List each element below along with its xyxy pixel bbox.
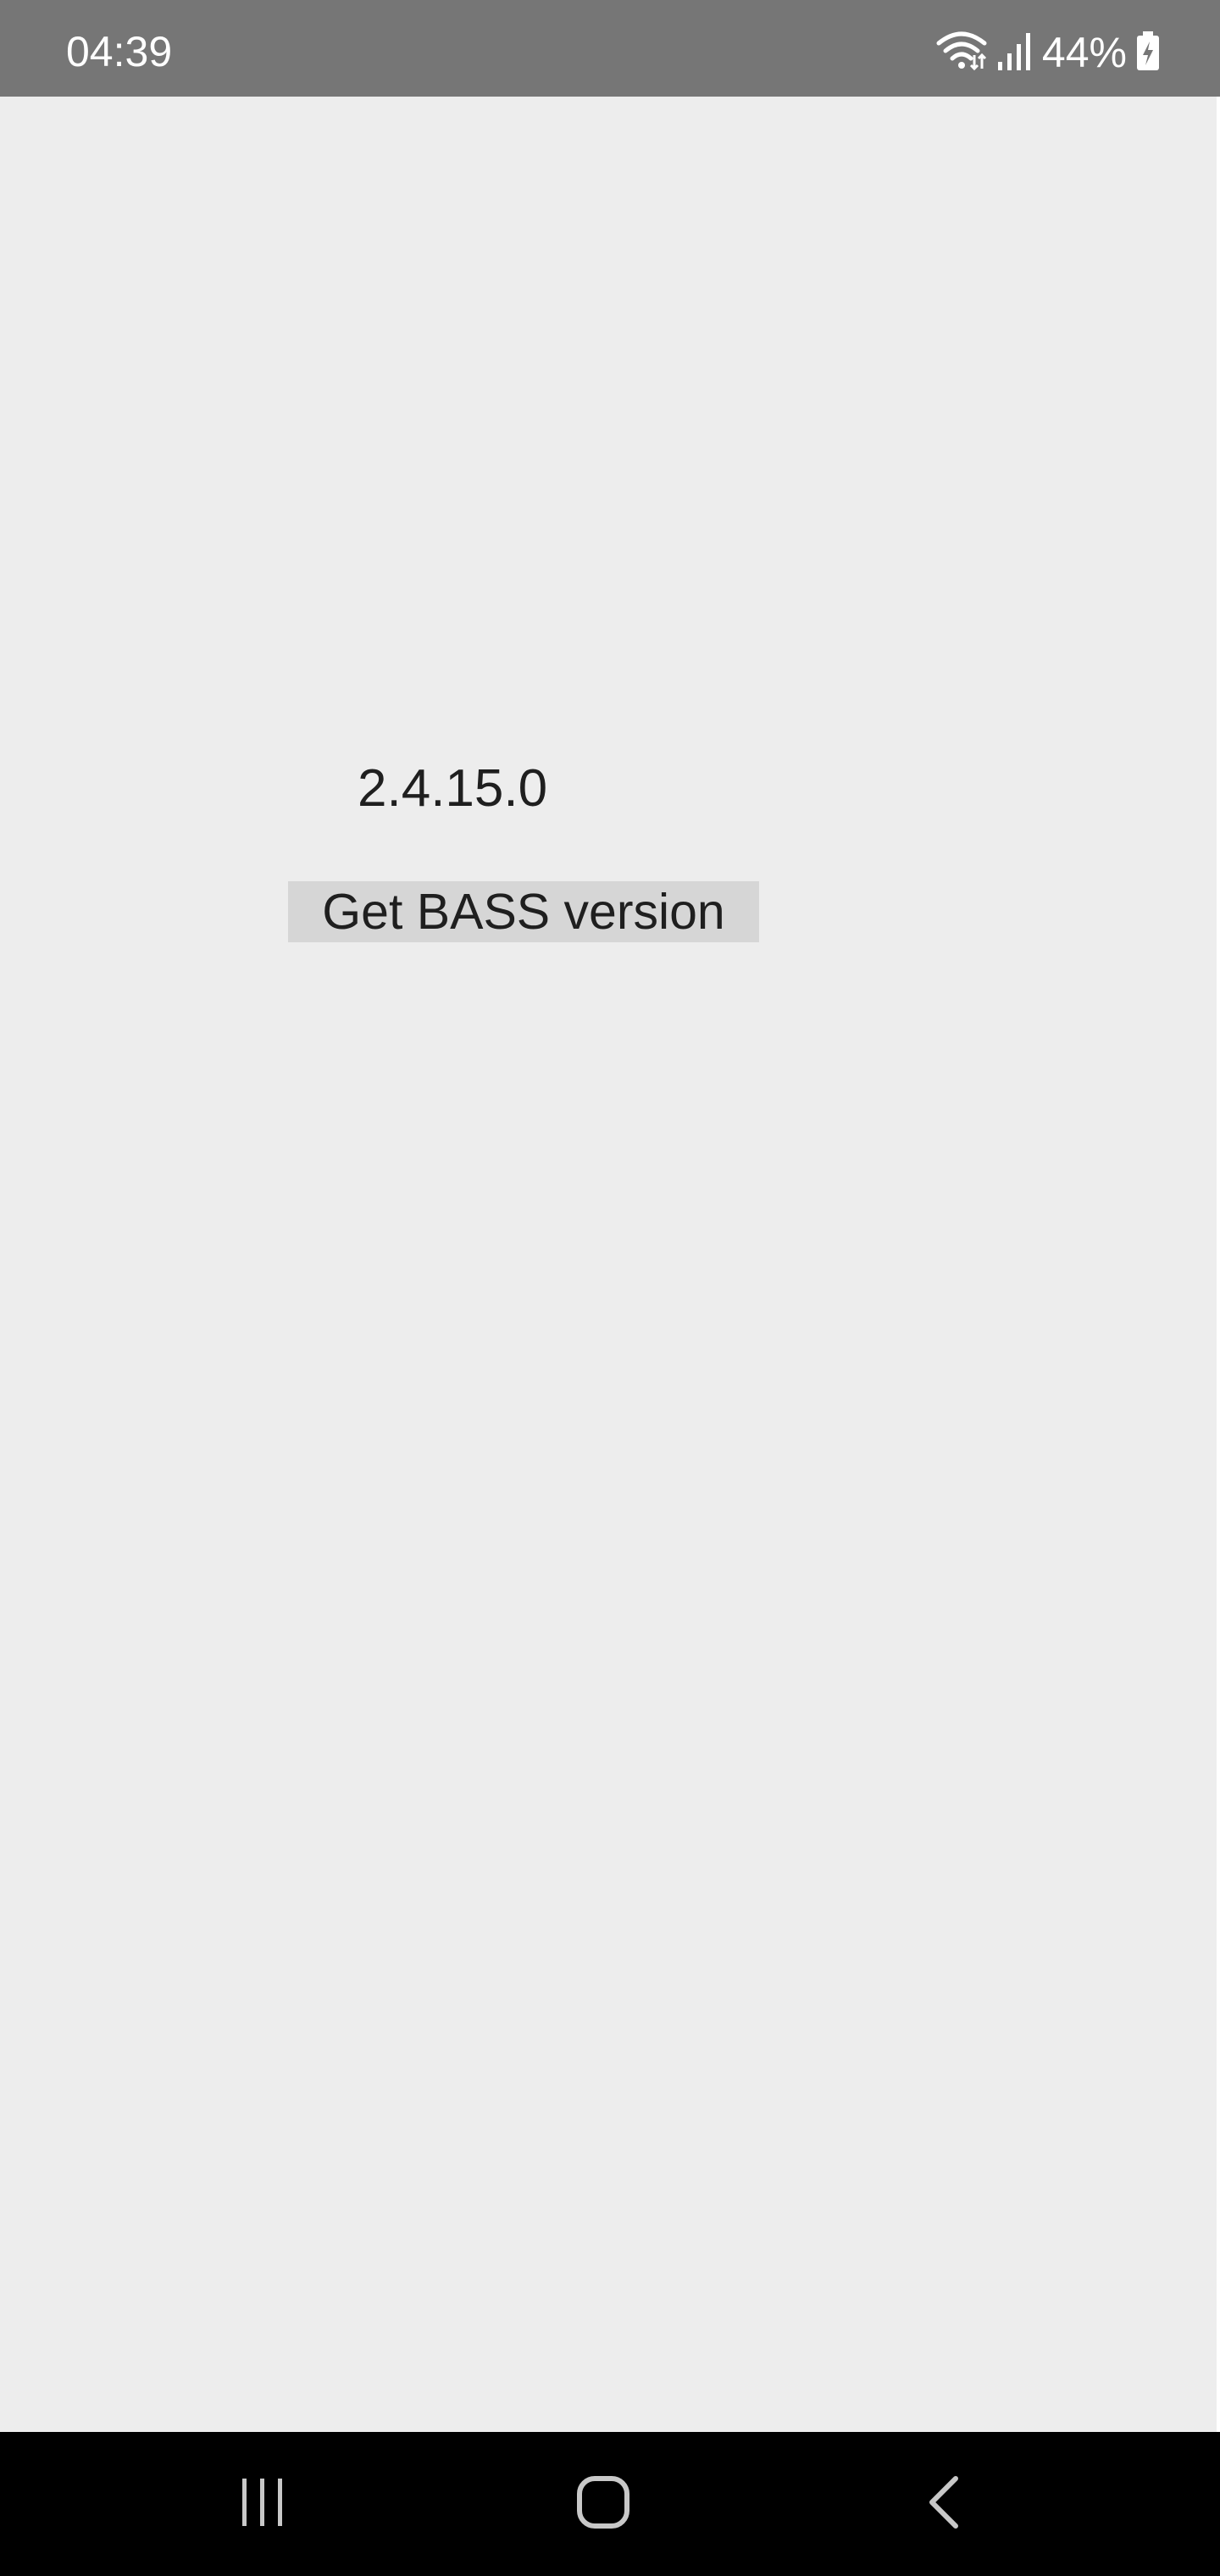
bass-version-text: 2.4.15.0 [358,759,548,818]
battery-charging-icon [1135,30,1161,76]
content-edge-divider [1217,97,1220,2432]
battery-percent: 44% [1041,29,1127,76]
navigation-bar [0,2432,1220,2576]
recent-apps-button[interactable] [178,2432,347,2576]
status-bar: 04:39 44% [0,0,1220,97]
status-time: 04:39 [66,28,173,75]
wifi-icon [935,30,988,76]
home-icon [576,2475,630,2534]
home-button[interactable] [518,2432,688,2576]
back-icon [925,2475,962,2534]
back-button[interactable] [859,2432,1029,2576]
signal-icon [996,30,1034,76]
app-screen: 04:39 44% 2.4.15.0 Get BASS version [0,0,1220,2576]
recent-apps-icon [237,2477,288,2532]
status-icons: 44% [935,29,1161,76]
get-bass-version-button[interactable]: Get BASS version [288,881,759,942]
